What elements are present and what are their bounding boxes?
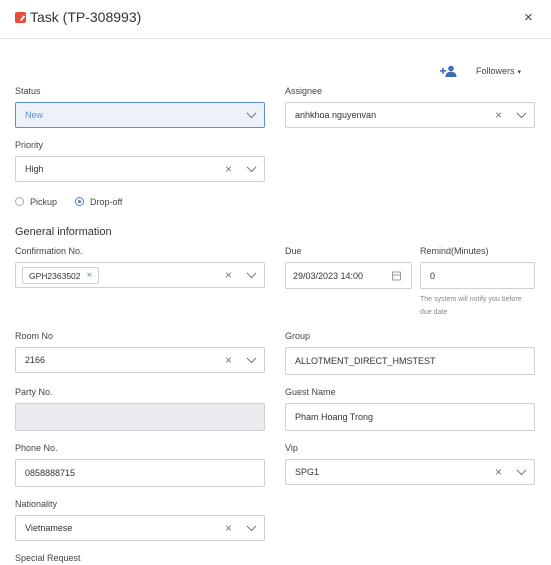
clear-icon[interactable]: × [225, 353, 232, 367]
remind-label: Remind(Minutes) [420, 246, 489, 256]
calendar-icon[interactable] [392, 271, 401, 280]
confirmation-label: Confirmation No. [15, 246, 83, 256]
chevron-down-icon [246, 108, 257, 119]
confirmation-tag: GPH2363502 × [22, 267, 100, 284]
room-label: Room No [15, 331, 54, 341]
chevron-down-icon [246, 268, 257, 279]
task-icon [15, 12, 26, 23]
clear-icon[interactable]: × [495, 108, 502, 122]
status-label: Status [15, 86, 41, 96]
dialog-title: Task (TP-308993) [30, 9, 142, 25]
close-icon[interactable]: × [524, 9, 533, 26]
remind-hint-line2: due date [420, 309, 448, 316]
followers-label: Followers [476, 66, 515, 76]
remind-value: 0 [430, 270, 436, 281]
dropoff-radio[interactable] [75, 197, 84, 206]
pickup-label: Pickup [30, 197, 58, 207]
chevron-down-icon [246, 521, 257, 532]
dropoff-label: Drop-off [90, 197, 123, 207]
remove-tag-icon[interactable]: × [87, 270, 93, 281]
group-input[interactable]: ALLOTMENT_DIRECT_HMSTEST [285, 347, 535, 375]
guest-input[interactable]: Pham Hoang Trong [285, 403, 535, 431]
followers-dropdown[interactable]: Followers ▾ [476, 66, 521, 76]
nationality-label: Nationality [15, 499, 58, 509]
clear-icon[interactable]: × [225, 268, 232, 282]
vip-value: SPG1 [295, 467, 320, 477]
chevron-down-icon [516, 465, 527, 476]
guest-value: Pham Hoang Trong [295, 412, 374, 422]
clear-icon[interactable]: × [495, 465, 502, 479]
remind-input[interactable]: 0 [420, 262, 535, 289]
chevron-down-icon: ▾ [517, 69, 522, 76]
party-input [15, 403, 265, 431]
room-select[interactable]: 2166 × [15, 347, 265, 373]
chevron-down-icon [516, 108, 527, 119]
status-select[interactable]: New [15, 102, 265, 128]
chevron-down-icon [246, 162, 257, 173]
due-value: 29/03/2023 14:00 [293, 270, 364, 281]
confirmation-tag-label: GPH2363502 [29, 270, 81, 281]
due-label: Due [285, 246, 302, 256]
priority-select[interactable]: High × [15, 156, 265, 182]
phone-label: Phone No. [15, 443, 58, 453]
nationality-select[interactable]: Vietnamese × [15, 515, 265, 541]
due-date-input[interactable]: 29/03/2023 14:00 [285, 262, 412, 289]
remind-hint-line1: The system will notify you before [420, 296, 522, 303]
guest-label: Guest Name [285, 387, 336, 397]
assignee-select[interactable]: anhkhoa nguyenvan × [285, 102, 535, 128]
section-title: General information [15, 226, 112, 238]
add-follower-icon[interactable] [440, 65, 458, 77]
status-value: New [25, 110, 44, 120]
phone-input[interactable]: 0858888715 [15, 459, 265, 487]
vip-select[interactable]: SPG1 × [285, 459, 535, 485]
assignee-value: anhkhoa nguyenvan [295, 110, 377, 120]
phone-value: 0858888715 [25, 468, 76, 478]
assignee-label: Assignee [285, 86, 323, 96]
special-request-label: Special Request [15, 553, 81, 563]
chevron-down-icon [246, 353, 257, 364]
nationality-value: Vietnamese [25, 523, 73, 533]
group-label: Group [285, 331, 311, 341]
group-value: ALLOTMENT_DIRECT_HMSTEST [295, 356, 436, 366]
header-divider [0, 38, 551, 39]
clear-icon[interactable]: × [225, 521, 232, 535]
clear-icon[interactable]: × [225, 162, 232, 176]
remind-hint: The system will notify you before due da… [420, 293, 522, 319]
vip-label: Vip [285, 443, 298, 453]
priority-value: High [25, 164, 44, 174]
priority-label: Priority [15, 140, 44, 150]
confirmation-select[interactable]: GPH2363502 × × [15, 262, 265, 288]
pickup-radio[interactable] [15, 197, 24, 206]
party-label: Party No. [15, 387, 53, 397]
room-value: 2166 [25, 355, 46, 365]
